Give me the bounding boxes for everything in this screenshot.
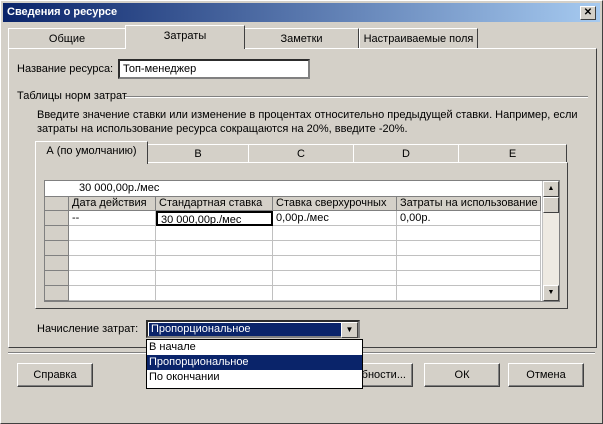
grid-cell[interactable] <box>273 256 397 271</box>
option-end[interactable]: По окончании <box>147 370 362 385</box>
row-header[interactable] <box>45 226 69 241</box>
grid-vertical-scrollbar[interactable]: ▲ ▼ <box>542 181 559 301</box>
grid-cell[interactable] <box>273 286 397 301</box>
grid-cell[interactable] <box>273 271 397 286</box>
col-header-overtime-rate[interactable]: Ставка сверхурочных <box>273 197 397 211</box>
rate-tab-a-label: А (по умолчанию) <box>46 145 137 157</box>
option-start[interactable]: В начале <box>147 340 362 355</box>
rate-tab-e[interactable]: E <box>458 144 567 164</box>
tab-costs-label: Затраты <box>163 30 207 42</box>
instruction-line-1: Введите значение ставки или изменение в … <box>37 109 578 121</box>
grid-cell[interactable] <box>156 226 273 241</box>
grid-cell[interactable] <box>156 241 273 256</box>
resource-info-dialog: Сведения о ресурсе ✕ Общие Затраты Замет… <box>0 0 603 424</box>
help-button[interactable]: Справка <box>17 363 93 387</box>
row-header[interactable] <box>45 241 69 256</box>
grid-cell[interactable] <box>273 241 397 256</box>
grid-cell[interactable] <box>69 286 156 301</box>
scroll-thumb[interactable] <box>543 197 559 213</box>
grid-edit-value: 30 000,00р./мес <box>79 182 160 194</box>
dropdown-arrow-button[interactable]: ▼ <box>341 322 358 338</box>
title-bar[interactable]: Сведения о ресурсе ✕ <box>3 3 600 22</box>
grid-cell[interactable] <box>397 271 541 286</box>
rate-tables-divider <box>125 96 588 98</box>
cost-accrual-select[interactable]: Пропорциональное ▼ <box>146 320 360 338</box>
grid-cell[interactable] <box>397 226 541 241</box>
cancel-button-label: Отмена <box>526 369 566 381</box>
grid-cell[interactable] <box>69 271 156 286</box>
cost-accrual-label: Начисление затрат: <box>37 323 139 335</box>
grid-cell[interactable] <box>69 256 156 271</box>
tab-general-label: Общие <box>48 33 86 45</box>
chevron-down-icon: ▼ <box>345 325 354 334</box>
col-header-standard-rate[interactable]: Стандартная ставка <box>156 197 273 211</box>
rate-tab-d[interactable]: D <box>353 144 459 164</box>
grid-edit-line[interactable]: 30 000,00р./мес <box>45 181 541 197</box>
cost-accrual-value: Пропорциональное <box>149 323 344 336</box>
cell-effective-date[interactable]: -- <box>69 211 156 226</box>
grid-cell[interactable] <box>397 286 541 301</box>
tab-general[interactable]: Общие <box>8 28 126 49</box>
grid-cell[interactable] <box>69 226 156 241</box>
ok-button[interactable]: ОК <box>424 363 500 387</box>
resource-name-label: Название ресурса: <box>17 63 114 75</box>
ok-button-label: ОК <box>454 369 470 381</box>
arrow-down-icon: ▼ <box>547 289 555 296</box>
tab-notes-label: Заметки <box>280 33 323 45</box>
cell-standard-rate[interactable]: 30 000,00р./мес <box>156 211 273 226</box>
details-button-label: обности... <box>355 369 406 381</box>
col-header-date[interactable]: Дата действия <box>69 197 156 211</box>
arrow-up-icon: ▲ <box>547 185 555 192</box>
grid-cell[interactable] <box>156 286 273 301</box>
rate-tab-c[interactable]: C <box>248 144 354 164</box>
grid-corner <box>45 197 69 211</box>
help-button-label: Справка <box>33 369 77 381</box>
rate-tables-label: Таблицы норм затрат <box>17 90 127 102</box>
scroll-up-button[interactable]: ▲ <box>543 181 559 197</box>
grid-cell[interactable] <box>397 241 541 256</box>
grid-cell[interactable] <box>273 226 397 241</box>
grid-cell[interactable] <box>156 271 273 286</box>
rate-tab-a[interactable]: А (по умолчанию) <box>35 141 148 164</box>
close-button[interactable]: ✕ <box>580 6 596 20</box>
tab-custom-fields-label: Настраиваемые поля <box>363 33 474 45</box>
grid-cell[interactable] <box>156 256 273 271</box>
row-header[interactable] <box>45 211 69 226</box>
grid-cell[interactable] <box>397 256 541 271</box>
rate-tab-d-label: D <box>402 148 410 160</box>
tab-costs[interactable]: Затраты <box>125 25 245 49</box>
resource-name-input[interactable] <box>118 59 310 79</box>
close-icon: ✕ <box>583 7 593 18</box>
option-prorated[interactable]: Пропорциональное <box>147 355 362 370</box>
rate-tab-b-label: B <box>194 148 202 160</box>
instruction-line-2: затраты на использование ресурса сокраща… <box>37 123 408 135</box>
col-header-per-use-cost[interactable]: Затраты на использование <box>397 197 541 211</box>
tab-notes[interactable]: Заметки <box>244 28 359 49</box>
cell-overtime-rate[interactable]: 0,00р./мес <box>273 211 397 226</box>
dialog-title: Сведения о ресурсе <box>7 6 118 18</box>
cell-per-use-cost[interactable]: 0,00р. <box>397 211 541 226</box>
row-header[interactable] <box>45 256 69 271</box>
cost-accrual-dropdown-list[interactable]: В начале Пропорциональное По окончании <box>146 339 363 389</box>
rate-tab-b[interactable]: B <box>147 144 249 164</box>
grid-cell[interactable] <box>69 241 156 256</box>
rate-grid[interactable]: 30 000,00р./мес Дата действия Стандартна… <box>44 180 560 302</box>
tab-custom-fields[interactable]: Настраиваемые поля <box>359 28 478 49</box>
rate-tab-c-label: C <box>297 148 305 160</box>
scroll-down-button[interactable]: ▼ <box>543 285 559 301</box>
row-header[interactable] <box>45 286 69 301</box>
rate-tab-e-label: E <box>508 148 517 160</box>
cancel-button[interactable]: Отмена <box>508 363 584 387</box>
row-header[interactable] <box>45 271 69 286</box>
